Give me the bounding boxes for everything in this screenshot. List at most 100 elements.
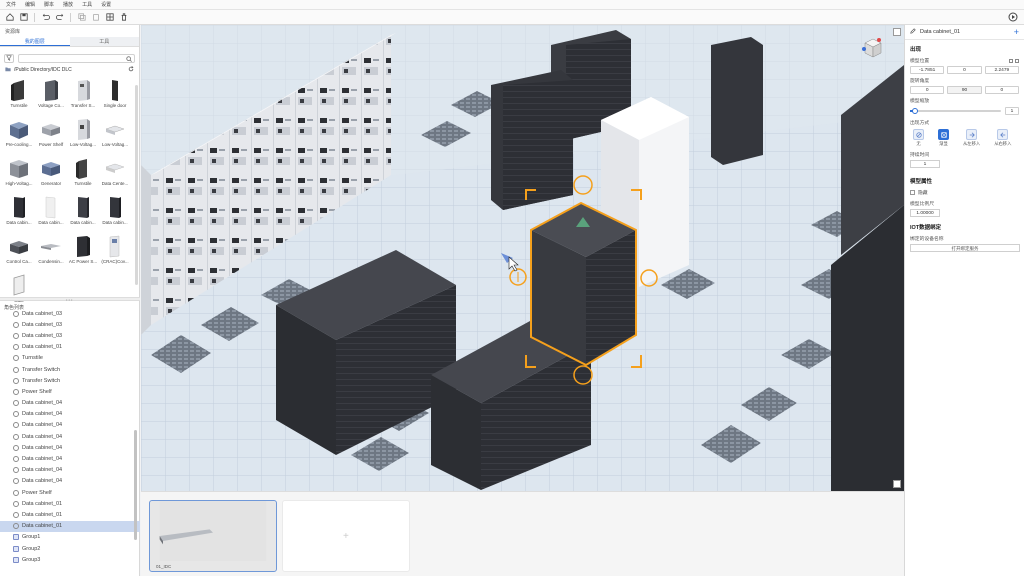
role-item[interactable]: Data cabinet_04 [0,409,140,420]
add-icon[interactable]: + [1014,27,1019,37]
role-item[interactable]: Data cabinet_04 [0,420,140,431]
iot-bind-button[interactable]: 打开绑定服务 [910,244,1020,252]
refresh-icon[interactable] [128,66,134,74]
panel-splitter[interactable]: • • • [0,297,140,302]
search-input[interactable] [18,53,135,63]
role-list-scrollbar[interactable] [134,430,137,540]
menu-script[interactable]: 脚本 [44,1,54,8]
position-z-input[interactable]: 2.2479 [984,66,1019,74]
asset-item[interactable]: Data cabin... [37,194,65,231]
menu-play[interactable]: 播放 [63,1,73,8]
delete-icon[interactable] [118,12,129,23]
add-scene-card[interactable]: + [282,500,410,572]
asset-item[interactable]: (CRAC)Cov... [101,233,129,270]
turnstile-thumb [8,77,30,103]
lock-icon[interactable] [1009,58,1013,63]
role-item[interactable]: Data cabinet_04 [0,476,140,487]
role-item[interactable]: Power Shelf [0,386,140,397]
mode-fade-in[interactable]: 渐显 [938,129,949,147]
rotation-y-input[interactable]: 90 [947,86,982,94]
single-door-thumb [104,77,126,103]
role-group[interactable]: Group3 [0,554,140,565]
home-icon[interactable] [4,12,15,23]
role-item[interactable]: Data cabinet_01 [0,342,140,353]
ratio-input[interactable]: 1.00000 [910,209,940,217]
asset-grid-scrollbar[interactable] [135,85,138,285]
filter-icon[interactable] [4,53,14,63]
asset-item[interactable]: Data Cente... [101,155,129,192]
role-item[interactable]: Data cabinet_01 [0,498,140,509]
view-cube[interactable] [859,35,885,61]
asset-item[interactable]: Data cabin... [101,194,129,231]
role-item[interactable]: Turnstile [0,353,140,364]
play-icon[interactable] [1008,12,1018,22]
role-group[interactable]: Group2 [0,543,140,554]
arrow-right-icon [966,129,978,140]
role-item-selected[interactable]: Data cabinet_01 [0,520,140,532]
menu-tools[interactable]: 工具 [82,1,92,8]
edit-icon[interactable] [910,28,916,36]
mode-from-right[interactable]: 从右移入 [994,129,1011,147]
role-item[interactable]: Data cabinet_04 [0,453,140,464]
3d-viewport[interactable] [141,25,904,491]
rotation-z-input[interactable]: 0 [984,86,1019,94]
asset-item[interactable]: Transfer S... [69,77,97,114]
role-item[interactable]: Data cabinet_03 [0,330,140,341]
scale-slider-knob[interactable] [911,108,918,114]
role-item[interactable]: Transfer Switch [0,364,140,375]
role-item[interactable]: Data cabinet_03 [0,319,140,330]
duration-select[interactable]: 1 [910,160,940,168]
asset-item[interactable]: Control Ca... [5,233,33,270]
menu-edit[interactable]: 编辑 [25,1,35,8]
asset-item[interactable]: Pre-cooling... [5,116,33,153]
rotation-x-input[interactable]: 0 [910,86,945,94]
menu-settings[interactable]: 设置 [101,1,111,8]
asset-item[interactable]: Turnstile [69,155,97,192]
reset-icon[interactable] [1015,58,1019,63]
asset-item[interactable]: AC Power S... [69,233,97,270]
role-item[interactable]: Data cabinet_04 [0,465,140,476]
viewport-corner-icon[interactable] [893,480,901,488]
redo-icon[interactable] [54,12,65,23]
role-item[interactable]: Data cabinet_04 [0,398,140,409]
asset-item[interactable]: Power Shelf [37,116,65,153]
role-group[interactable]: Group1 [0,532,140,543]
fullscreen-icon[interactable] [893,28,901,36]
scene-render[interactable] [141,25,904,491]
paste-icon[interactable] [90,12,101,23]
scale-input[interactable]: 1 [1005,107,1019,115]
role-item[interactable]: Transfer Switch [0,375,140,386]
asset-item[interactable]: Generator [37,155,65,192]
asset-item[interactable]: Low-Voltag... [101,116,129,153]
save-icon[interactable] [18,12,29,23]
tab-my-layers[interactable]: 我的图层 [0,37,70,46]
copy-icon[interactable] [76,12,87,23]
asset-item[interactable]: Low-Voltag... [69,116,97,153]
position-x-input[interactable]: -1.7851 [910,66,945,74]
tab-tools[interactable]: 工具 [69,37,139,46]
role-item[interactable]: Data cabinet_01 [0,509,140,520]
role-item[interactable]: Data cabinet_04 [0,431,140,442]
asset-item[interactable]: Data cabin... [69,194,97,231]
hidden-checkbox[interactable] [910,190,915,195]
asset-item[interactable]: Data cabin... [5,194,33,231]
grid-icon[interactable] [104,12,115,23]
hidden-checkbox-row[interactable]: 隐藏 [905,187,1024,198]
mode-none[interactable]: 无 [913,129,924,147]
asset-item[interactable]: Voltage Co... [37,77,65,114]
asset-item[interactable]: Condensin... [37,233,65,270]
inspector-panel: Data cabinet_01 + 出现 模型位置 -1.7851 0 2.24… [904,25,1024,576]
data-cabinet-3-thumb [72,194,94,220]
role-item[interactable]: Data cabinet_04 [0,442,140,453]
undo-icon[interactable] [40,12,51,23]
role-item[interactable]: Data cabinet_03 [0,308,140,319]
asset-item[interactable]: Turnstile [5,77,33,114]
scene-card-selected[interactable]: 01_IDC [149,500,277,572]
mode-from-left[interactable]: 从左移入 [963,129,980,147]
asset-item[interactable]: Single door [101,77,129,114]
asset-item[interactable]: High-Voltag... [5,155,33,192]
scale-slider[interactable] [910,108,1001,114]
menu-file[interactable]: 文件 [6,1,16,8]
position-y-input[interactable]: 0 [947,66,982,74]
role-item[interactable]: Power Shelf [0,487,140,498]
